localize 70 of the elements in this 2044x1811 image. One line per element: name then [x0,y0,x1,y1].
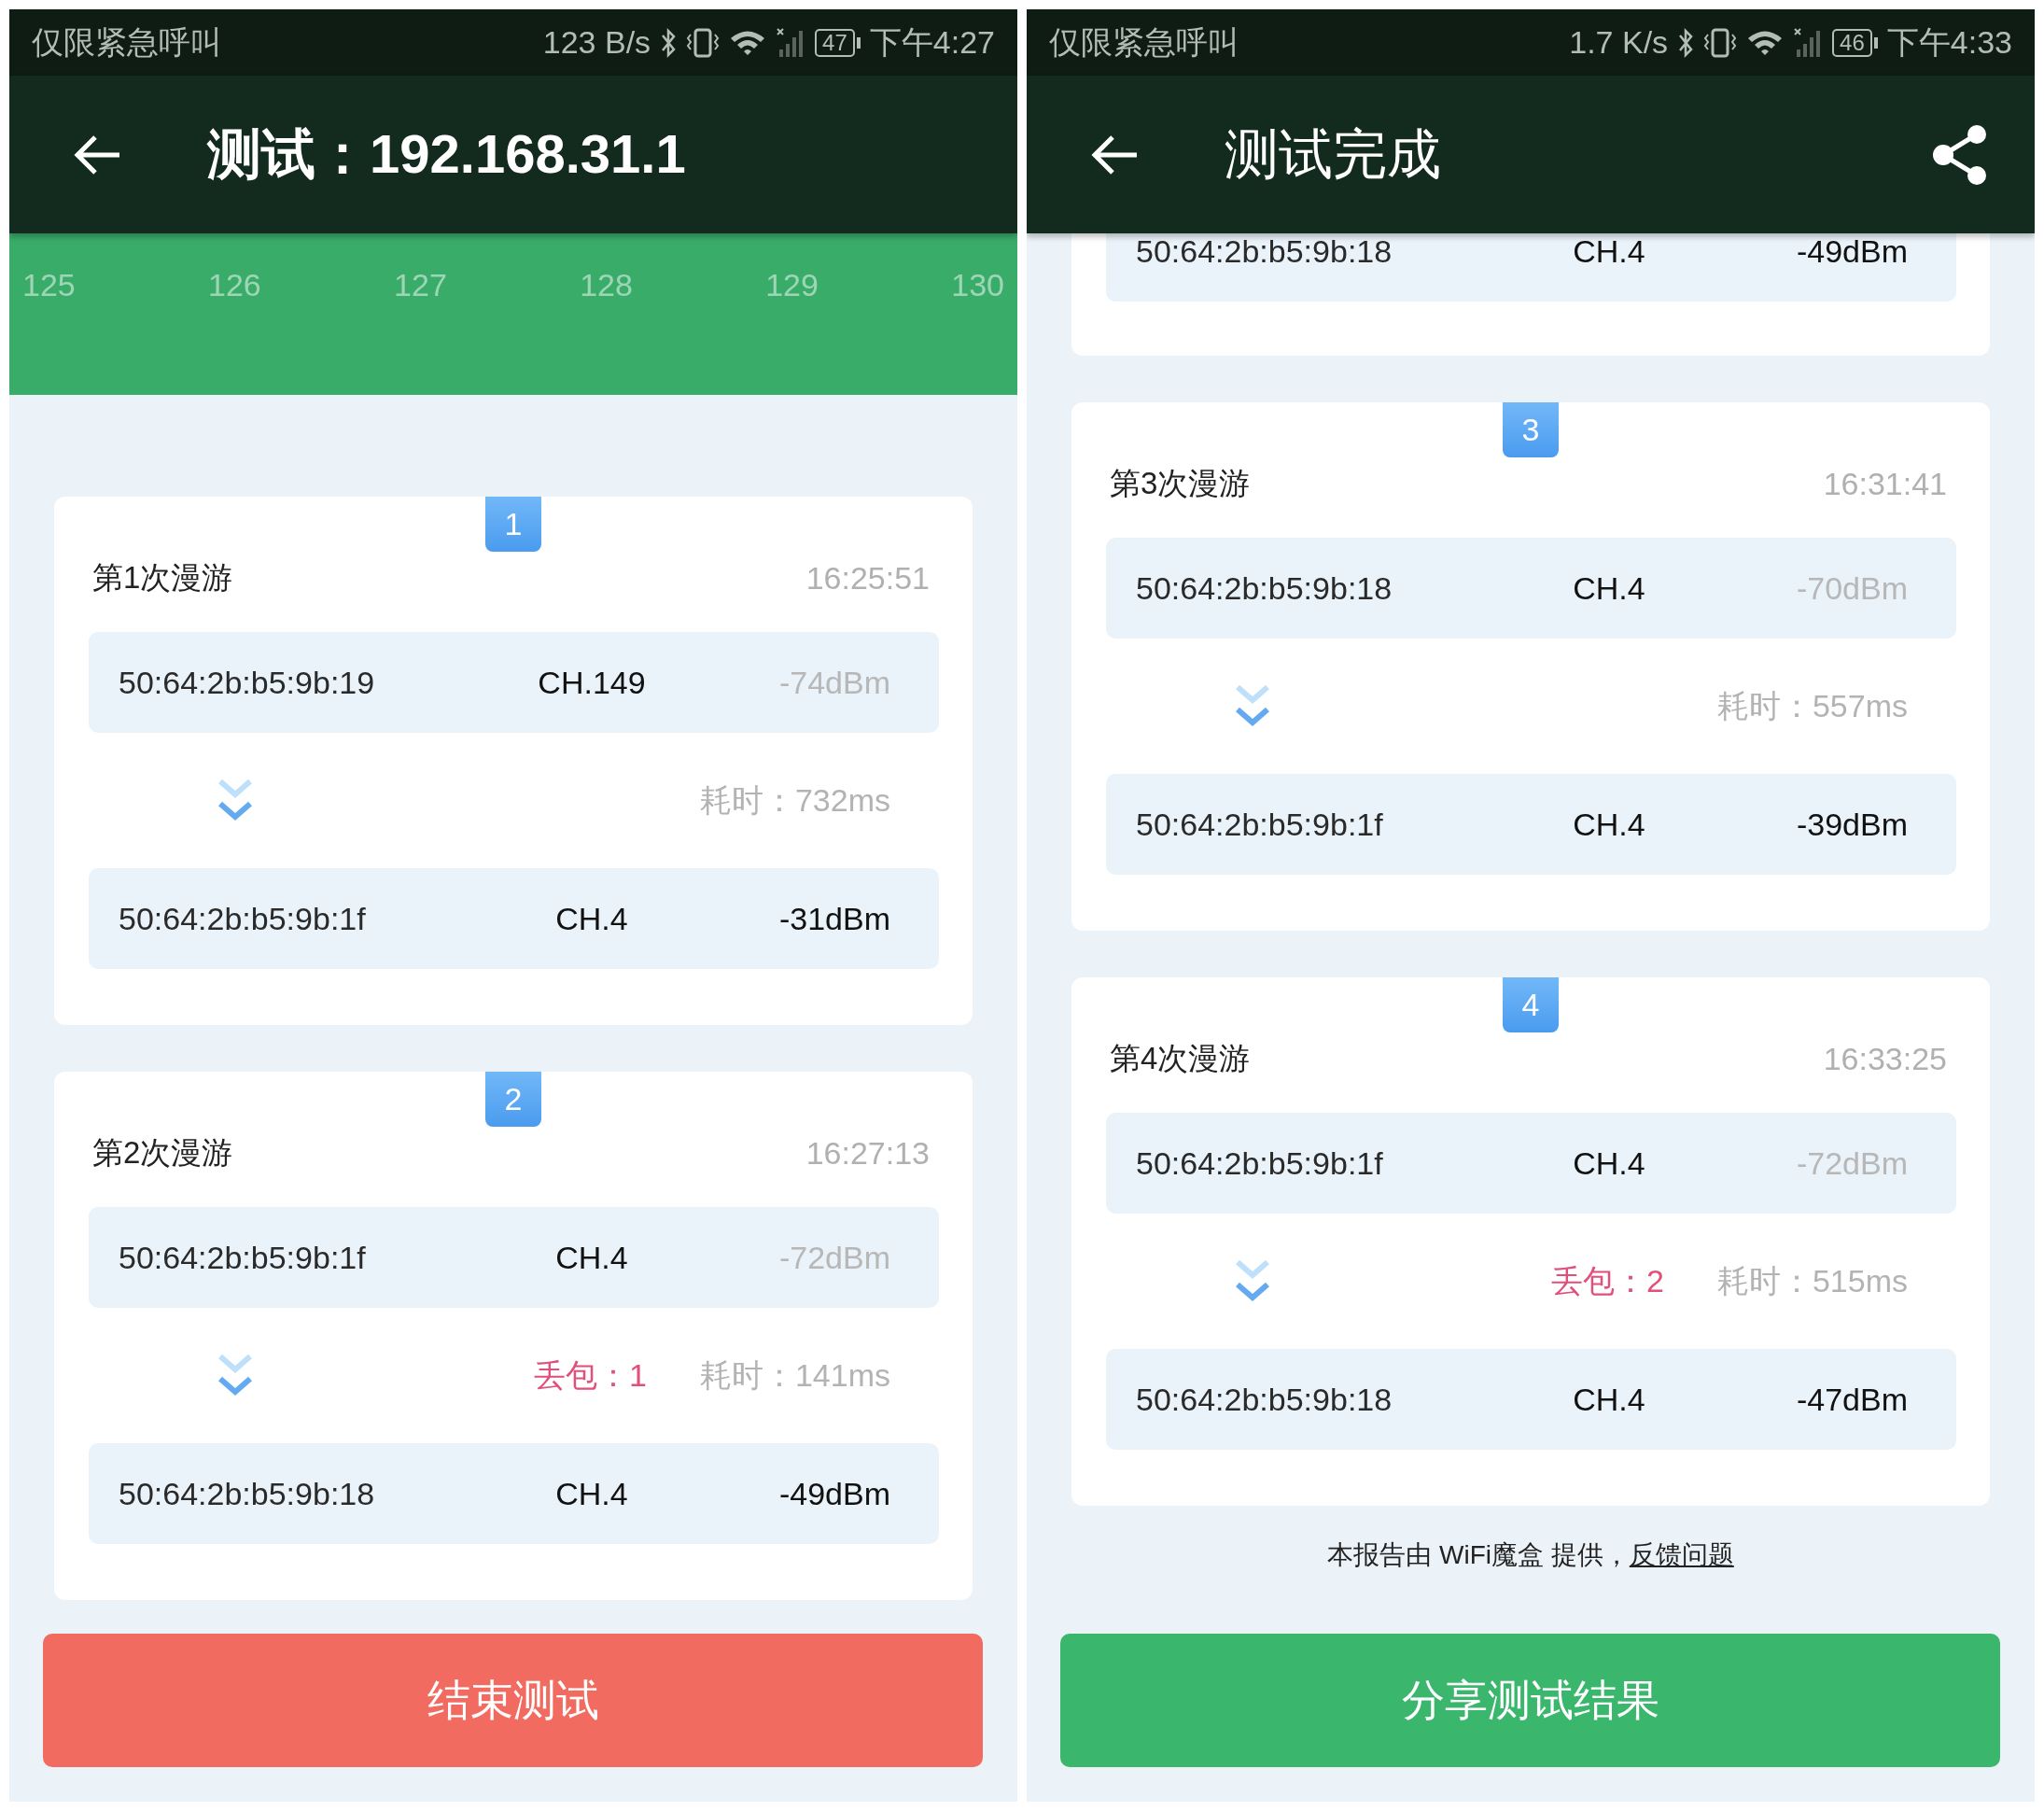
mac-address: 50:64:2b:b5:9b:1f [1136,1144,1384,1182]
roam-time: 16:33:25 [1823,1040,1947,1077]
mac-address: 50:64:2b:b5:9b:18 [1136,233,1393,270]
carrier-text: 仅限紧急呼叫 [1049,22,1240,62]
share-results-button[interactable]: 分享测试结果 [1060,1634,2000,1767]
mac-address: 50:64:2b:b5:9b:18 [119,1475,376,1512]
axis-label: 130 [951,267,1004,303]
duration-text: 耗时：141ms [699,1355,890,1395]
signal-strength: -49dBm [777,1475,890,1512]
roam-time: 16:27:13 [805,1134,930,1172]
vibrate-icon [1703,26,1738,59]
duration-text: 耗时：515ms [1716,1261,1908,1300]
channel-text: CH.4 [1572,233,1646,270]
number-badge: 1 [485,497,541,552]
battery-level: 47 [815,28,855,57]
signal-strength: -39dBm [1795,806,1908,843]
signal-strength: -49dBm [1795,233,1908,270]
mac-address: 50:64:2b:b5:9b:19 [119,664,376,701]
mac-address: 50:64:2b:b5:9b:18 [1136,569,1393,607]
channel-text: CH.4 [554,1475,629,1512]
roam-title: 第2次漫游 [92,1133,233,1172]
mac-address: 50:64:2b:b5:9b:1f [1136,806,1384,843]
roam-time: 16:31:41 [1823,465,1947,502]
duration-text: 耗时：557ms [1716,686,1908,725]
number-badge: 2 [485,1072,541,1127]
signal-strength: -72dBm [777,1239,890,1276]
axis-label: 127 [394,267,447,303]
mac-address: 50:64:2b:b5:9b:18 [1136,1381,1393,1418]
vibrate-icon [686,26,721,59]
axis-label: 126 [208,267,261,303]
duration-text: 耗时：732ms [699,780,890,820]
bluetooth-icon [660,26,678,59]
channel-text: CH.4 [1572,1144,1646,1182]
packet-loss: 丢包：1 [534,1355,647,1395]
signal-strength: -72dBm [1795,1144,1908,1182]
mac-address: 50:64:2b:b5:9b:1f [119,1239,367,1276]
channel-text: CH.149 [537,664,647,701]
mac-address: 50:64:2b:b5:9b:1f [119,900,367,937]
battery-level: 46 [1832,28,1872,57]
feedback-link[interactable]: 反馈问题 [1629,1537,1734,1573]
network-speed: 123 B/s [542,24,651,61]
stop-test-button[interactable]: 结束测试 [43,1634,983,1767]
network-speed: 1.7 K/s [1569,24,1669,61]
carrier-text: 仅限紧急呼叫 [32,22,223,62]
axis-label: 129 [765,267,819,303]
status-time: 下午4:33 [1886,22,2012,62]
channel-text: CH.4 [1572,806,1646,843]
channel-text: CH.4 [1572,569,1646,607]
signal-strength: -70dBm [1795,569,1908,607]
channel-text: CH.4 [554,1239,629,1276]
status-time: 下午4:27 [869,22,995,62]
bluetooth-icon [1677,26,1695,59]
screen-title: 测试：192.168.31.1 [207,121,687,186]
packet-loss: 丢包：2 [1551,1261,1664,1300]
roam-title: 第1次漫游 [92,558,233,597]
roam-title: 第4次漫游 [1110,1039,1251,1077]
number-badge: 4 [1503,977,1559,1032]
number-badge: 3 [1503,402,1559,457]
share-icon[interactable] [1932,123,1988,186]
signal-strength: -31dBm [777,900,890,937]
screen-title: 测试完成 [1225,121,1442,186]
axis-label: 128 [580,267,633,303]
footer-note: 本报告由 WiFi魔盒 提供， [1327,1539,1630,1571]
channel-text: CH.4 [1572,1381,1646,1418]
signal-strength: -47dBm [1795,1381,1908,1418]
axis-label: 125 [22,267,76,303]
channel-text: CH.4 [554,900,629,937]
roam-time: 16:25:51 [805,559,930,597]
roam-title: 第3次漫游 [1110,464,1251,502]
signal-strength: -74dBm [777,664,890,701]
